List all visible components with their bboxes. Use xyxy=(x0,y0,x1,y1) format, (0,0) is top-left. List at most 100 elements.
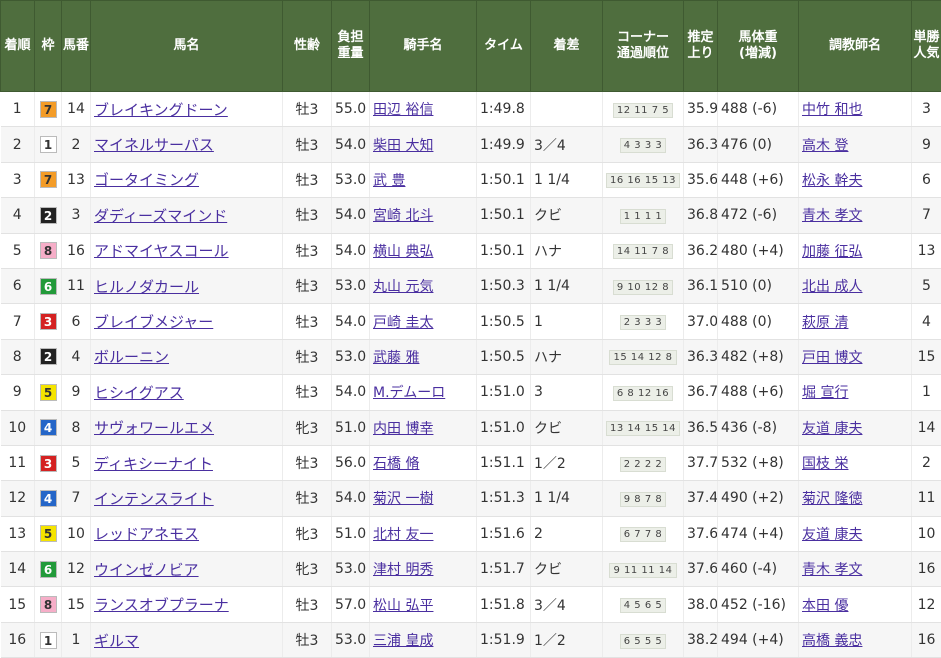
time-cell: 1:51.3 xyxy=(477,481,531,516)
trainer-cell: 北出 成人 xyxy=(799,268,912,303)
sex-age-cell: 牝3 xyxy=(283,410,332,445)
jockey-cell: 田辺 裕信 xyxy=(370,92,477,127)
horse-name-link[interactable]: アドマイヤスコール xyxy=(94,242,229,260)
jockey-link[interactable]: 三浦 皇成 xyxy=(373,633,433,649)
last3f-cell: 35.9 xyxy=(684,92,718,127)
body-weight-cell: 472 (-6) xyxy=(718,198,799,233)
trainer-link[interactable]: 加藤 征弘 xyxy=(802,244,862,260)
popularity-cell: 14 xyxy=(912,410,941,445)
sex-age-cell: 牡3 xyxy=(283,339,332,374)
rank-cell: 13 xyxy=(1,516,35,551)
jockey-link[interactable]: 田辺 裕信 xyxy=(373,102,433,118)
horse-name-link[interactable]: インテンスライト xyxy=(94,490,214,508)
popularity-cell: 16 xyxy=(912,552,941,587)
trainer-link[interactable]: 松永 幹夫 xyxy=(802,173,862,189)
waku-cell: 3 xyxy=(35,445,62,480)
horse-cell: マイネルサーパス xyxy=(91,127,283,162)
corner-positions: 13 14 15 14 xyxy=(606,421,680,436)
last3f-cell: 37.0 xyxy=(684,304,718,339)
body-weight-cell: 452 (-16) xyxy=(718,587,799,622)
horse-name-link[interactable]: サヴォワールエメ xyxy=(94,419,214,437)
horse-cell: ゴータイミング xyxy=(91,162,283,197)
horse-name-link[interactable]: レッドアネモス xyxy=(94,525,199,543)
waku-cell: 2 xyxy=(35,339,62,374)
margin-cell: 1／2 xyxy=(531,622,603,657)
rank-cell: 3 xyxy=(1,162,35,197)
table-row: 423ダディーズマインド牡354.0宮崎 北斗1:50.1クビ1 1 1 136… xyxy=(1,198,941,233)
umaban-cell: 4 xyxy=(62,339,91,374)
last3f-cell: 36.1 xyxy=(684,268,718,303)
header-popularity: 単勝人気 xyxy=(912,1,941,92)
horse-name-link[interactable]: ボルーニン xyxy=(94,348,169,366)
horse-name-link[interactable]: ブレイブメジャー xyxy=(94,313,213,331)
jockey-link[interactable]: 松山 弘平 xyxy=(373,598,433,614)
jockey-link[interactable]: 丸山 元気 xyxy=(373,279,433,295)
horse-name-link[interactable]: ブレイキングドーン xyxy=(94,101,228,119)
jockey-link[interactable]: 北村 友一 xyxy=(373,527,433,543)
weight-cell: 54.0 xyxy=(332,304,370,339)
table-row: 6611ヒルノダカール牡353.0丸山 元気1:50.31 1/49 10 12… xyxy=(1,268,941,303)
sex-age-cell: 牡3 xyxy=(283,481,332,516)
corner-positions: 4 3 3 3 xyxy=(620,138,667,153)
jockey-cell: 戸崎 圭太 xyxy=(370,304,477,339)
table-row: 1611ギルマ牡353.0三浦 皇成1:51.91／26 5 5 538.249… xyxy=(1,622,941,657)
waku-cell: 1 xyxy=(35,127,62,162)
jockey-link[interactable]: M.デムーロ xyxy=(373,385,445,401)
trainer-cell: 国枝 栄 xyxy=(799,445,912,480)
horse-name-link[interactable]: ヒルノダカール xyxy=(94,278,199,296)
body-weight-cell: 448 (+6) xyxy=(718,162,799,197)
horse-name-link[interactable]: ゴータイミング xyxy=(94,171,199,189)
trainer-link[interactable]: 国枝 栄 xyxy=(802,456,848,472)
jockey-link[interactable]: 内田 博幸 xyxy=(373,421,433,437)
popularity-cell: 15 xyxy=(912,339,941,374)
jockey-link[interactable]: 宮崎 北斗 xyxy=(373,208,433,224)
horse-name-link[interactable]: ランスオブプラーナ xyxy=(94,596,229,614)
trainer-link[interactable]: 萩原 清 xyxy=(802,315,848,331)
trainer-link[interactable]: 本田 優 xyxy=(802,598,848,614)
trainer-link[interactable]: 中竹 和也 xyxy=(802,102,862,118)
trainer-link[interactable]: 戸田 博文 xyxy=(802,350,862,366)
jockey-link[interactable]: 横山 典弘 xyxy=(373,244,433,260)
jockey-link[interactable]: 石橋 脩 xyxy=(373,456,419,472)
table-row: 5816アドマイヤスコール牡354.0横山 典弘1:50.1ハナ14 11 7 … xyxy=(1,233,941,268)
jockey-link[interactable]: 戸崎 圭太 xyxy=(373,315,433,331)
sex-age-cell: 牡3 xyxy=(283,268,332,303)
trainer-link[interactable]: 青木 孝文 xyxy=(802,562,862,578)
horse-name-link[interactable]: ヒシイグアス xyxy=(94,384,184,402)
jockey-link[interactable]: 菊沢 一樹 xyxy=(373,491,433,507)
horse-name-link[interactable]: マイネルサーパス xyxy=(94,136,214,154)
jockey-link[interactable]: 津村 明秀 xyxy=(373,562,433,578)
trainer-link[interactable]: 堀 宣行 xyxy=(802,385,848,401)
waku-cell: 5 xyxy=(35,516,62,551)
header-trainer: 調教師名 xyxy=(799,1,912,92)
jockey-link[interactable]: 武藤 雅 xyxy=(373,350,419,366)
trainer-link[interactable]: 青木 孝文 xyxy=(802,208,862,224)
jockey-link[interactable]: 柴田 大知 xyxy=(373,138,433,154)
jockey-cell: 津村 明秀 xyxy=(370,552,477,587)
rank-cell: 12 xyxy=(1,481,35,516)
trainer-link[interactable]: 菊沢 隆徳 xyxy=(802,491,862,507)
horse-cell: ウインゼノビア xyxy=(91,552,283,587)
horse-name-link[interactable]: ギルマ xyxy=(94,632,139,650)
margin-cell: 1 xyxy=(531,304,603,339)
horse-name-link[interactable]: ダディーズマインド xyxy=(94,207,227,225)
rank-cell: 14 xyxy=(1,552,35,587)
trainer-link[interactable]: 高橋 義忠 xyxy=(802,633,862,649)
horse-name-link[interactable]: ウインゼノビア xyxy=(94,561,199,579)
umaban-cell: 3 xyxy=(62,198,91,233)
popularity-cell: 9 xyxy=(912,127,941,162)
sex-age-cell: 牡3 xyxy=(283,127,332,162)
header-last3f: 推定上り xyxy=(684,1,718,92)
trainer-link[interactable]: 高木 登 xyxy=(802,138,848,154)
rank-cell: 15 xyxy=(1,587,35,622)
jockey-link[interactable]: 武 豊 xyxy=(373,173,405,189)
trainer-link[interactable]: 北出 成人 xyxy=(802,279,862,295)
waku-cell: 2 xyxy=(35,198,62,233)
weight-cell: 54.0 xyxy=(332,233,370,268)
horse-name-link[interactable]: ディキシーナイト xyxy=(94,455,213,473)
trainer-link[interactable]: 友道 康夫 xyxy=(802,421,862,437)
popularity-cell: 4 xyxy=(912,304,941,339)
waku-cell: 6 xyxy=(35,268,62,303)
rank-cell: 6 xyxy=(1,268,35,303)
trainer-link[interactable]: 友道 康夫 xyxy=(802,527,862,543)
